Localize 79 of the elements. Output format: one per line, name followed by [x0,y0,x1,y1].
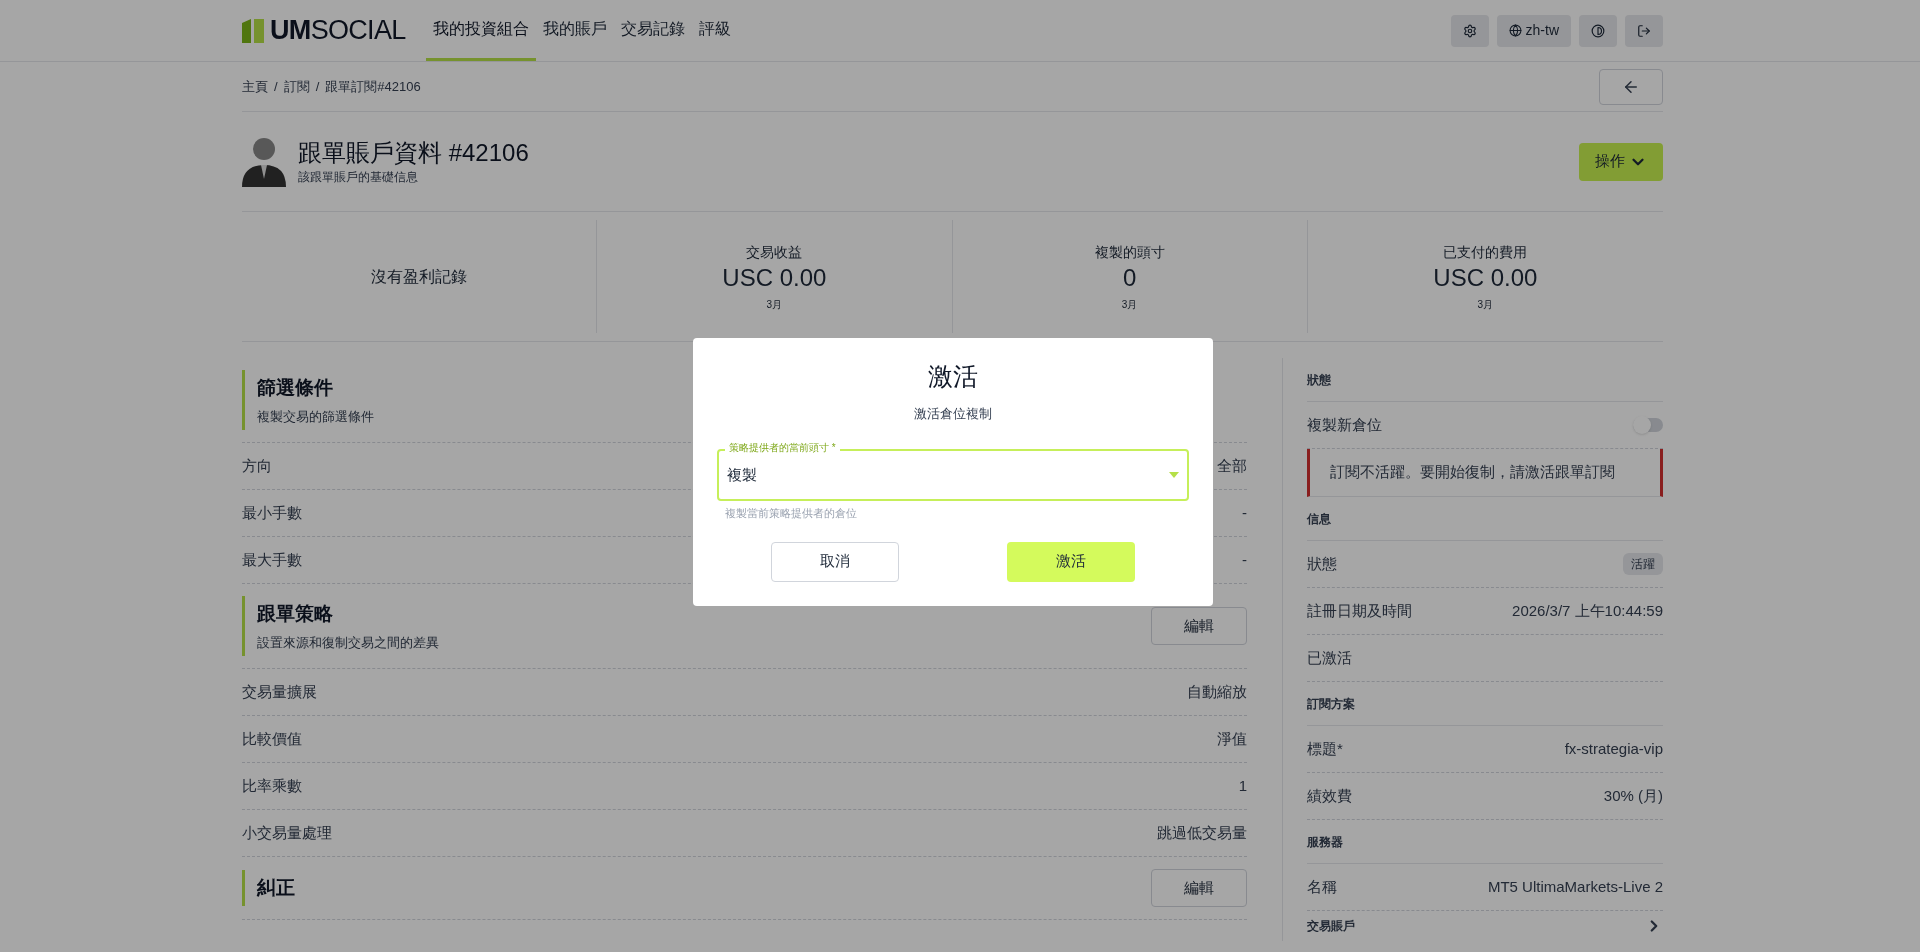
logo-icon [242,16,266,45]
language-button[interactable]: zh-tw [1496,14,1571,47]
stat-label: 交易收益 [746,242,803,262]
avatar-icon [242,136,286,187]
row-value: 淨值 [1217,728,1247,749]
row-value: 自動縮放 [1187,681,1247,702]
cancel-button[interactable]: 取消 [771,541,899,582]
row-value: - [1242,549,1247,570]
row-label: 名稱 [1307,876,1337,897]
activate-button[interactable]: 激活 [1007,541,1135,582]
row-label: 交易量擴展 [242,681,317,702]
gear-icon [1462,23,1477,38]
section-heading: 服務器 [1307,833,1343,851]
section-title: 跟單策略 [257,602,334,626]
breadcrumb-link[interactable]: 訂閱 [283,76,310,97]
row-label: 最小手數 [242,502,302,523]
row-label: 方向 [242,455,272,476]
row-value: - [1242,502,1247,523]
row-value: 1 [1238,775,1247,796]
stat-value: USC 0.00 [722,262,827,293]
stat-value: 0 [1122,262,1137,293]
globe-icon [1508,24,1522,37]
row-label: 註冊日期及時間 [1307,600,1412,621]
row-label: 績效費 [1307,785,1352,806]
section-heading: 信息 [1307,510,1331,528]
empty-stat: 沒有盈利記錄 [371,266,468,287]
nav-tab[interactable]: 我的賬戶 [535,0,614,61]
row-label: 複製新倉位 [1307,414,1382,435]
trading-account-link[interactable]: 交易賬戶 [1307,911,1663,941]
dialog-title: 激活 [928,361,978,392]
logo[interactable]: UMSOCIAL [242,10,406,51]
logout-button[interactable] [1625,14,1663,47]
row-value: 跳過低交易量 [1157,822,1247,843]
row-value: MT5 UltimaMarkets-Live 2 [1487,876,1663,897]
breadcrumb-separator: / [274,77,278,96]
breadcrumb-link[interactable]: 主頁 [242,76,268,97]
breadcrumb-link[interactable]: 跟單訂閱#42106 [325,76,421,97]
row-label: 最大手數 [242,549,302,570]
nav-tab[interactable]: 我的投資組合 [425,0,536,61]
section-subtitle: 複製交易的篩選條件 [257,407,374,426]
row-value: fx-strategia-vip [1564,738,1663,759]
toggle-switch[interactable] [1633,418,1663,432]
page-title: 跟單賬戶資料 #42106 [298,137,529,168]
row-label: 狀態 [1307,553,1337,574]
breadcrumb-separator: / [315,77,320,96]
row-label: 已激活 [1307,647,1352,668]
row-label: 比較價值 [242,728,302,749]
contrast-icon [1591,23,1605,38]
settings-button[interactable] [1450,14,1489,47]
section-heading: 狀態 [1307,371,1331,389]
section-title: 糾正 [257,875,295,900]
row-value: 2026/3/7 上午10:44:59 [1512,600,1663,621]
section-subtitle: 設置來源和復制交易之間的差異 [257,633,439,652]
row-value: 全部 [1217,455,1247,476]
actions-button[interactable]: 操作 [1579,142,1663,181]
nav-tab[interactable]: 交易記錄 [613,0,692,61]
status-badge: 活躍 [1623,553,1663,575]
row-label: 比率乘數 [242,775,302,796]
stat-label: 已支付的費用 [1443,242,1528,262]
nav-tab[interactable]: 評級 [691,0,738,61]
theme-toggle-button[interactable] [1579,14,1617,47]
stat-period: 3月 [1121,297,1138,312]
stat-value: USC 0.00 [1433,262,1538,293]
alert-banner: 訂閱不活躍。要開始復制，請激活跟單訂閱 [1307,449,1663,497]
section-heading: 訂閱方案 [1307,695,1355,713]
row-value: 30% (月) [1603,785,1663,806]
stat-period: 3月 [766,297,783,312]
page-subtitle: 該跟單賬戶的基礎信息 [298,168,419,186]
stat-period: 3月 [1477,297,1494,312]
section-title: 篩選條件 [257,376,334,400]
logout-icon [1637,23,1651,38]
dialog-subtitle: 激活倉位複制 [914,404,992,423]
row-label: 小交易量處理 [242,822,332,843]
dropdown-caret-icon [1169,472,1179,478]
edit-button[interactable]: 編輯 [1151,869,1247,907]
edit-button[interactable]: 編輯 [1151,607,1247,645]
row-label: 標題* [1307,738,1343,759]
field-hint: 複製當前策略提供者的倉位 [725,506,857,521]
stat-label: 複製的頭寸 [1094,242,1165,262]
